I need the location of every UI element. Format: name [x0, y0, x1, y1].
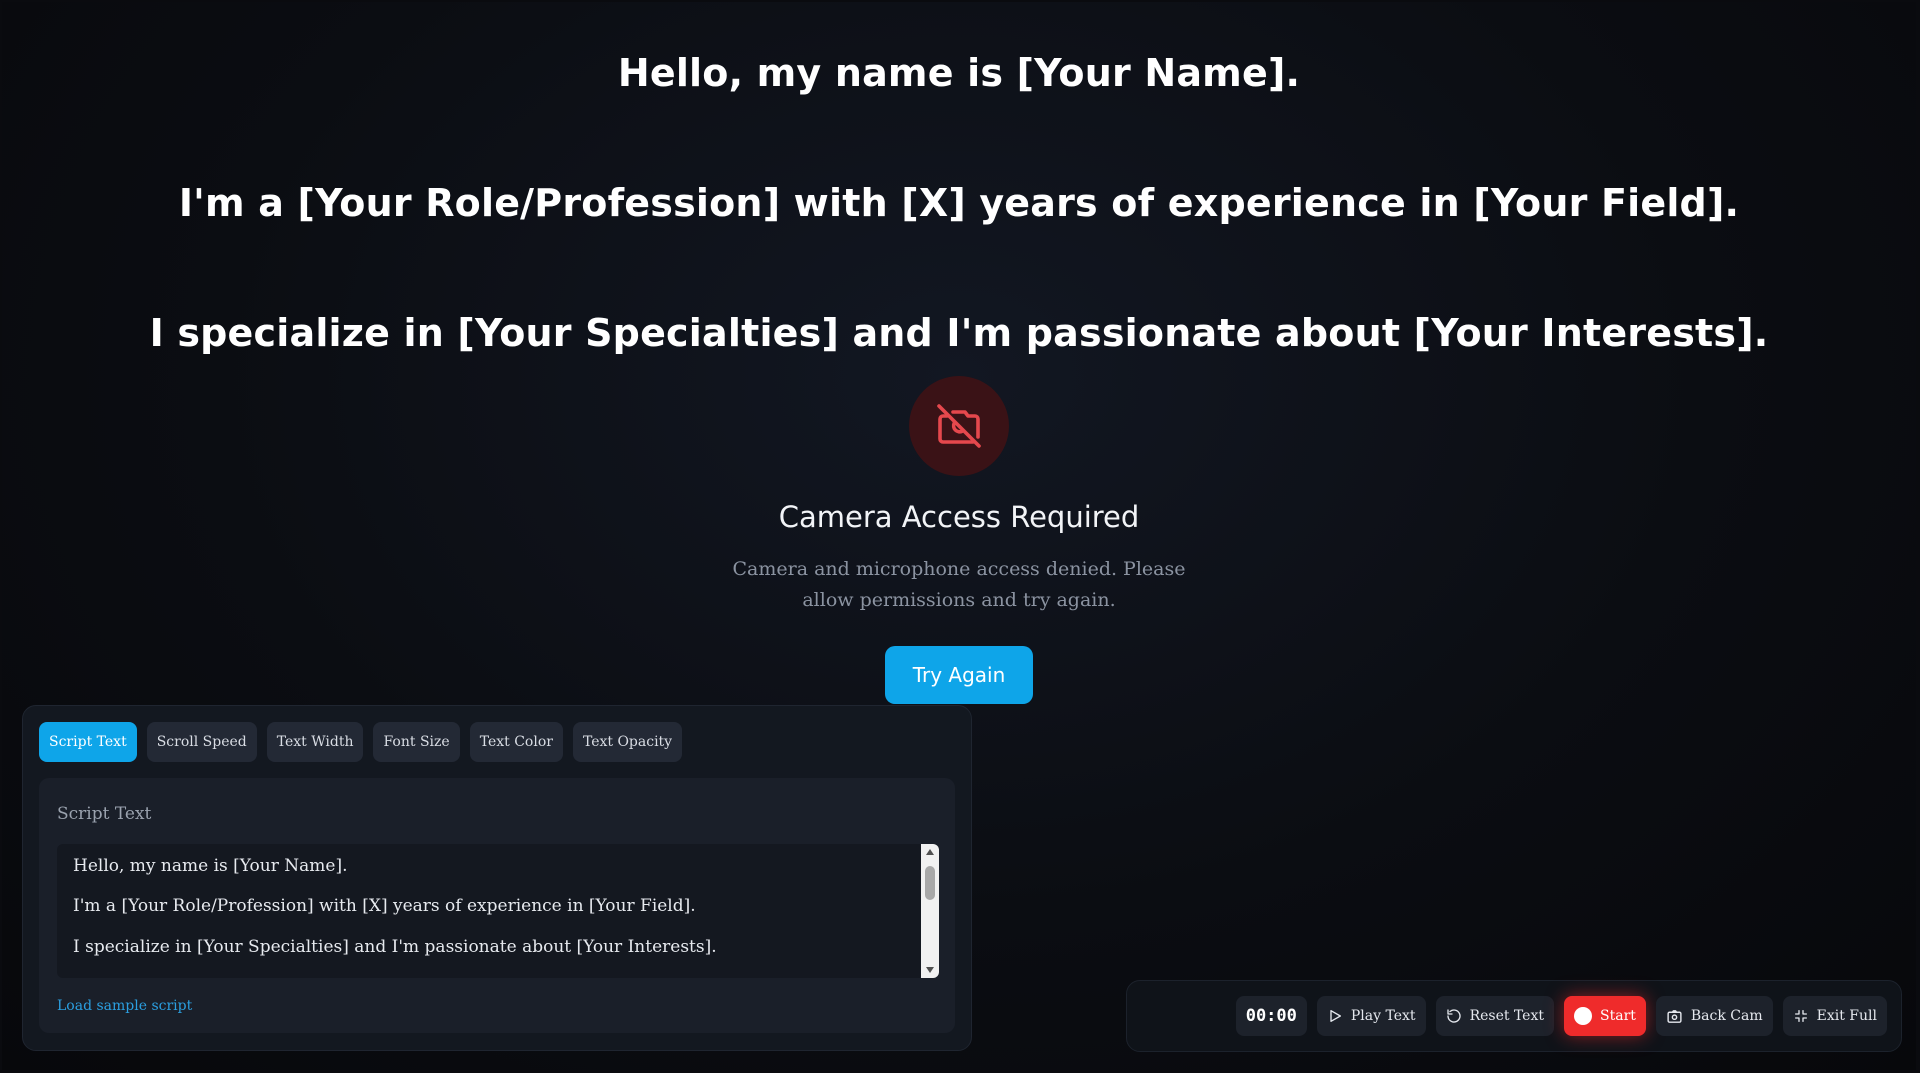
- reset-text-button[interactable]: Reset Text: [1435, 996, 1554, 1036]
- section-label: Script Text: [57, 804, 152, 824]
- play-text-button[interactable]: Play Text: [1316, 996, 1426, 1036]
- script-line-2: I'm a [Your Role/Profession] with [X] ye…: [178, 181, 1740, 225]
- camera-notice-title: Camera Access Required: [778, 500, 1140, 534]
- tab-text-width[interactable]: Text Width: [266, 722, 364, 762]
- record-dot-icon: [1574, 1007, 1592, 1025]
- exit-fullscreen-button[interactable]: Exit Full: [1782, 996, 1887, 1036]
- tab-text-opacity[interactable]: Text Opacity: [572, 722, 683, 762]
- start-recording-button[interactable]: Start: [1564, 996, 1646, 1036]
- script-textarea[interactable]: Hello, my name is [Your Name]. I'm a [Yo…: [57, 844, 939, 978]
- scroll-down-arrow-icon[interactable]: [921, 962, 939, 978]
- play-text-label: Play Text: [1350, 1008, 1416, 1024]
- exit-full-label: Exit Full: [1816, 1008, 1877, 1024]
- camera-access-notice: Camera Access Required Camera and microp…: [2, 376, 1916, 704]
- scroll-thumb[interactable]: [925, 866, 935, 900]
- script-line-1: Hello, my name is [Your Name].: [617, 51, 1301, 95]
- back-cam-button[interactable]: Back Cam: [1655, 996, 1773, 1036]
- reset-text-label: Reset Text: [1469, 1008, 1544, 1024]
- camera-notice-message: Camera and microphone access denied. Ple…: [732, 558, 1186, 611]
- tab-script-text[interactable]: Script Text: [39, 722, 137, 762]
- tab-text-color[interactable]: Text Color: [469, 722, 563, 762]
- start-label: Start: [1600, 1008, 1636, 1024]
- script-line-3: I specialize in [Your Specialties] and I…: [149, 311, 1769, 355]
- reset-icon: [1446, 1008, 1462, 1024]
- textarea-line-1: Hello, my name is [Your Name].: [73, 856, 348, 876]
- load-sample-script-link[interactable]: Load sample script: [57, 998, 192, 1014]
- settings-tabs: Script Text Scroll Speed Text Width Font…: [39, 722, 683, 762]
- try-again-button[interactable]: Try Again: [884, 646, 1034, 704]
- tab-scroll-speed[interactable]: Scroll Speed: [146, 722, 257, 762]
- play-icon: [1327, 1008, 1343, 1024]
- back-cam-label: Back Cam: [1690, 1008, 1763, 1024]
- recording-timer: 00:00: [1235, 996, 1307, 1036]
- scroll-up-arrow-icon[interactable]: [921, 844, 939, 860]
- textarea-line-2: I'm a [Your Role/Profession] with [X] ye…: [73, 896, 696, 916]
- switch-camera-icon: [1666, 1008, 1683, 1025]
- tab-font-size[interactable]: Font Size: [373, 722, 460, 762]
- camera-off-icon: [909, 376, 1009, 476]
- settings-panel: Script Text Scroll Speed Text Width Font…: [22, 705, 972, 1051]
- textarea-scrollbar[interactable]: [921, 844, 939, 978]
- script-text-section: Script Text Hello, my name is [Your Name…: [39, 778, 955, 1033]
- minimize-icon: [1793, 1008, 1809, 1024]
- textarea-line-3: I specialize in [Your Specialties] and I…: [73, 937, 717, 957]
- teleprompter-stage: Hello, my name is [Your Name]. I'm a [Yo…: [2, 2, 1916, 1070]
- control-bar: 00:00 Play Text Reset Text Start Back Ca…: [1126, 980, 1902, 1052]
